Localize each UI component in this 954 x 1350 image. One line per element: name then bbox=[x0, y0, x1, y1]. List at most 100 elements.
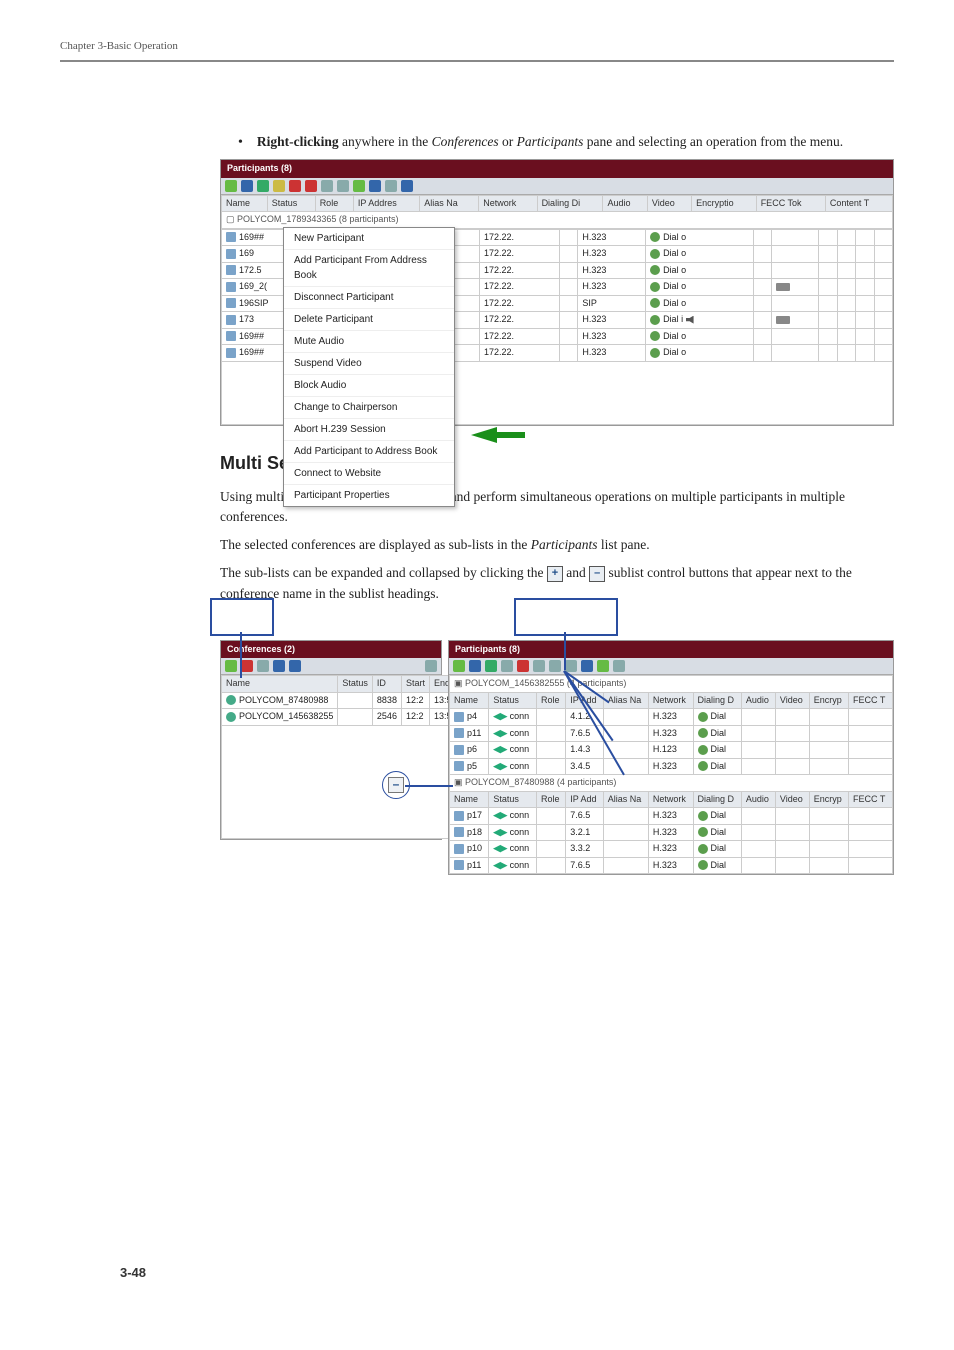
arrow-tail bbox=[495, 432, 525, 438]
col[interactable]: Network bbox=[648, 692, 693, 709]
toolbar-icon[interactable] bbox=[225, 180, 237, 192]
toolbar-icon[interactable] bbox=[501, 660, 513, 672]
toolbar-icon[interactable] bbox=[453, 660, 465, 672]
context-menu-item[interactable]: Add Participant From Address Book bbox=[284, 250, 454, 287]
table-row[interactable]: p17◀▶ conn7.6.5H.323Dial bbox=[450, 808, 893, 825]
toolbar-icon[interactable] bbox=[401, 180, 413, 192]
col[interactable]: Start bbox=[401, 676, 429, 693]
col-name[interactable]: Name bbox=[222, 195, 268, 212]
toolbar-icon[interactable] bbox=[369, 180, 381, 192]
col-encrypt[interactable]: Encryptio bbox=[692, 195, 757, 212]
toolbar-icon[interactable] bbox=[597, 660, 609, 672]
col[interactable]: Role bbox=[536, 692, 565, 709]
toolbar-icon[interactable] bbox=[385, 180, 397, 192]
col[interactable]: Role bbox=[536, 791, 565, 808]
toolbar-icon[interactable] bbox=[257, 180, 269, 192]
col-ip[interactable]: IP Addres bbox=[353, 195, 419, 212]
col-alias[interactable]: Alias Na bbox=[420, 195, 479, 212]
col[interactable]: Dialing D bbox=[693, 692, 741, 709]
col-status[interactable]: Status bbox=[267, 195, 315, 212]
table-row[interactable]: p6◀▶ conn1.4.3H.123Dial bbox=[450, 742, 893, 759]
toolbar-icon[interactable] bbox=[565, 660, 577, 672]
col[interactable]: IP Add bbox=[566, 791, 604, 808]
table-row[interactable]: p10◀▶ conn3.3.2H.323Dial bbox=[450, 841, 893, 858]
col-fecc[interactable]: FECC Tok bbox=[756, 195, 825, 212]
col-video[interactable]: Video bbox=[647, 195, 691, 212]
col[interactable]: Alias Na bbox=[603, 692, 648, 709]
col[interactable]: Network bbox=[648, 791, 693, 808]
col[interactable]: FECC T bbox=[849, 791, 893, 808]
context-menu-item[interactable]: Suspend Video bbox=[284, 353, 454, 375]
col[interactable]: Status bbox=[338, 676, 373, 693]
toolbar-icon[interactable] bbox=[273, 660, 285, 672]
col[interactable]: Encryp bbox=[809, 791, 848, 808]
col[interactable]: Name bbox=[450, 692, 489, 709]
table-row[interactable]: p18◀▶ conn3.2.1H.323Dial bbox=[450, 824, 893, 841]
col[interactable]: Status bbox=[489, 692, 537, 709]
toolbar-icon[interactable] bbox=[257, 660, 269, 672]
toolbar-icon[interactable] bbox=[485, 660, 497, 672]
col[interactable]: Dialing D bbox=[693, 791, 741, 808]
context-menu-item[interactable]: Block Audio bbox=[284, 375, 454, 397]
col[interactable]: Audio bbox=[741, 692, 775, 709]
context-menu-item[interactable]: Disconnect Participant bbox=[284, 287, 454, 309]
col[interactable]: Audio bbox=[741, 791, 775, 808]
context-menu-item[interactable]: Mute Audio bbox=[284, 331, 454, 353]
col[interactable]: Name bbox=[450, 791, 489, 808]
toolbar-icon[interactable] bbox=[273, 180, 285, 192]
group-row[interactable]: ▣ POLYCOM_87480988 (4 participants) bbox=[450, 775, 893, 792]
arrow-left-icon bbox=[471, 427, 497, 443]
table-row[interactable]: p4◀▶ conn4.1.2H.323Dial bbox=[450, 709, 893, 726]
group-row[interactable]: ▣ POLYCOM_1456382555 (4 participants) bbox=[450, 676, 893, 693]
table-row[interactable]: p5◀▶ conn3.4.5H.323Dial bbox=[450, 758, 893, 775]
col[interactable]: Status bbox=[489, 791, 537, 808]
context-menu-item[interactable]: Add Participant to Address Book bbox=[284, 441, 454, 463]
cell: POLYCOM_145638255 bbox=[239, 711, 333, 721]
col-network[interactable]: Network bbox=[479, 195, 537, 212]
toolbar-icon[interactable] bbox=[305, 180, 317, 192]
pane-title: Participants (8) bbox=[221, 160, 893, 178]
toolbar-icon[interactable] bbox=[533, 660, 545, 672]
toolbar-icon[interactable] bbox=[337, 180, 349, 192]
toolbar-icon[interactable] bbox=[225, 660, 237, 672]
toolbar-icon[interactable] bbox=[613, 660, 625, 672]
callout-circle bbox=[382, 771, 410, 799]
toolbar-icon[interactable] bbox=[241, 660, 253, 672]
table-row[interactable]: POLYCOM_87480988 8838 12:2 13:5 bbox=[222, 692, 463, 709]
col[interactable]: ID bbox=[372, 676, 401, 693]
col[interactable]: Alias Na bbox=[603, 791, 648, 808]
col[interactable]: FECC T bbox=[849, 692, 893, 709]
camera-icon bbox=[776, 316, 790, 324]
col[interactable]: Video bbox=[775, 692, 809, 709]
toolbar-icon[interactable] bbox=[289, 660, 301, 672]
toolbar-icon[interactable] bbox=[549, 660, 561, 672]
context-menu-item[interactable]: Change to Chairperson bbox=[284, 397, 454, 419]
toolbar-icon[interactable] bbox=[321, 180, 333, 192]
table-row[interactable]: p11◀▶ conn7.6.5H.323Dial bbox=[450, 857, 893, 874]
toolbar-icon[interactable] bbox=[425, 660, 437, 672]
context-menu[interactable]: New ParticipantAdd Participant From Addr… bbox=[283, 227, 455, 507]
toolbar-icon[interactable] bbox=[581, 660, 593, 672]
col-dialing[interactable]: Dialing Di bbox=[537, 195, 603, 212]
toolbar-icon[interactable] bbox=[469, 660, 481, 672]
participant-icon bbox=[454, 860, 464, 870]
col[interactable]: Encryp bbox=[809, 692, 848, 709]
toolbar-icon[interactable] bbox=[517, 660, 529, 672]
table-row[interactable]: POLYCOM_145638255 2546 12:2 13:5 bbox=[222, 709, 463, 726]
table-row[interactable]: p11◀▶ conn7.6.5H.323Dial bbox=[450, 725, 893, 742]
context-menu-item[interactable]: Connect to Website bbox=[284, 463, 454, 485]
col[interactable]: Video bbox=[775, 791, 809, 808]
col-audio[interactable]: Audio bbox=[603, 195, 647, 212]
col-role[interactable]: Role bbox=[315, 195, 353, 212]
col[interactable]: Name bbox=[222, 676, 338, 693]
context-menu-item[interactable]: Abort H.239 Session bbox=[284, 419, 454, 441]
context-menu-item[interactable]: New Participant bbox=[284, 228, 454, 250]
toolbar-icon[interactable] bbox=[289, 180, 301, 192]
toolbar-icon[interactable] bbox=[353, 180, 365, 192]
context-menu-item[interactable]: Participant Properties bbox=[284, 485, 454, 506]
toolbar-icon[interactable] bbox=[241, 180, 253, 192]
col[interactable]: IP Add bbox=[566, 692, 604, 709]
context-menu-item[interactable]: Delete Participant bbox=[284, 309, 454, 331]
conference-icon bbox=[226, 712, 236, 722]
col-content[interactable]: Content T bbox=[825, 195, 892, 212]
